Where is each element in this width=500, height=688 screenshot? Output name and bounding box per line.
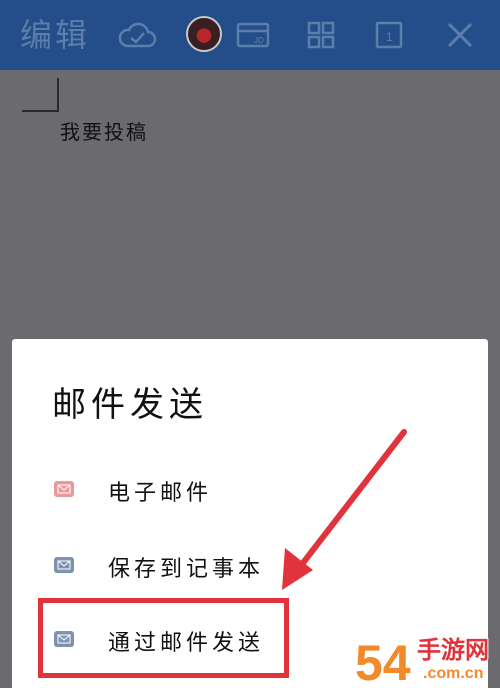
option-save-to-notepad-label: 保存到记事本 xyxy=(108,557,265,582)
page-count-icon[interactable]: 1 xyxy=(372,14,406,56)
watermark-digits: 54 xyxy=(355,635,411,688)
option-save-to-notepad[interactable]: 保存到记事本 xyxy=(12,543,488,593)
grid-icon[interactable] xyxy=(304,14,338,56)
jd-badge: JD xyxy=(254,36,264,45)
jd-card-icon[interactable]: JD xyxy=(234,14,272,56)
page-count: 1 xyxy=(386,30,393,44)
avatar[interactable] xyxy=(186,16,222,52)
cloud-icon[interactable] xyxy=(116,14,158,56)
top-toolbar: 编辑 JD 1 xyxy=(0,0,500,70)
watermark-domain: .com.cn xyxy=(423,665,483,682)
option-email-label: 电子邮件 xyxy=(108,481,213,506)
dialog-title: 邮件发送 xyxy=(52,385,208,425)
option-email[interactable]: 电子邮件 xyxy=(12,467,488,517)
mail-icon xyxy=(54,557,74,573)
document-area: 我要投稿 xyxy=(0,70,500,340)
toolbar-title: 编辑 xyxy=(20,16,91,54)
close-icon[interactable] xyxy=(442,14,478,56)
email-icon xyxy=(54,481,74,497)
highlight-box xyxy=(38,598,289,678)
margin-corner-mark xyxy=(22,78,59,112)
watermark-site: 手游网 xyxy=(417,636,489,664)
site-watermark: 54 手游网 .com.cn xyxy=(354,620,500,688)
document-text[interactable]: 我要投稿 xyxy=(60,116,148,145)
